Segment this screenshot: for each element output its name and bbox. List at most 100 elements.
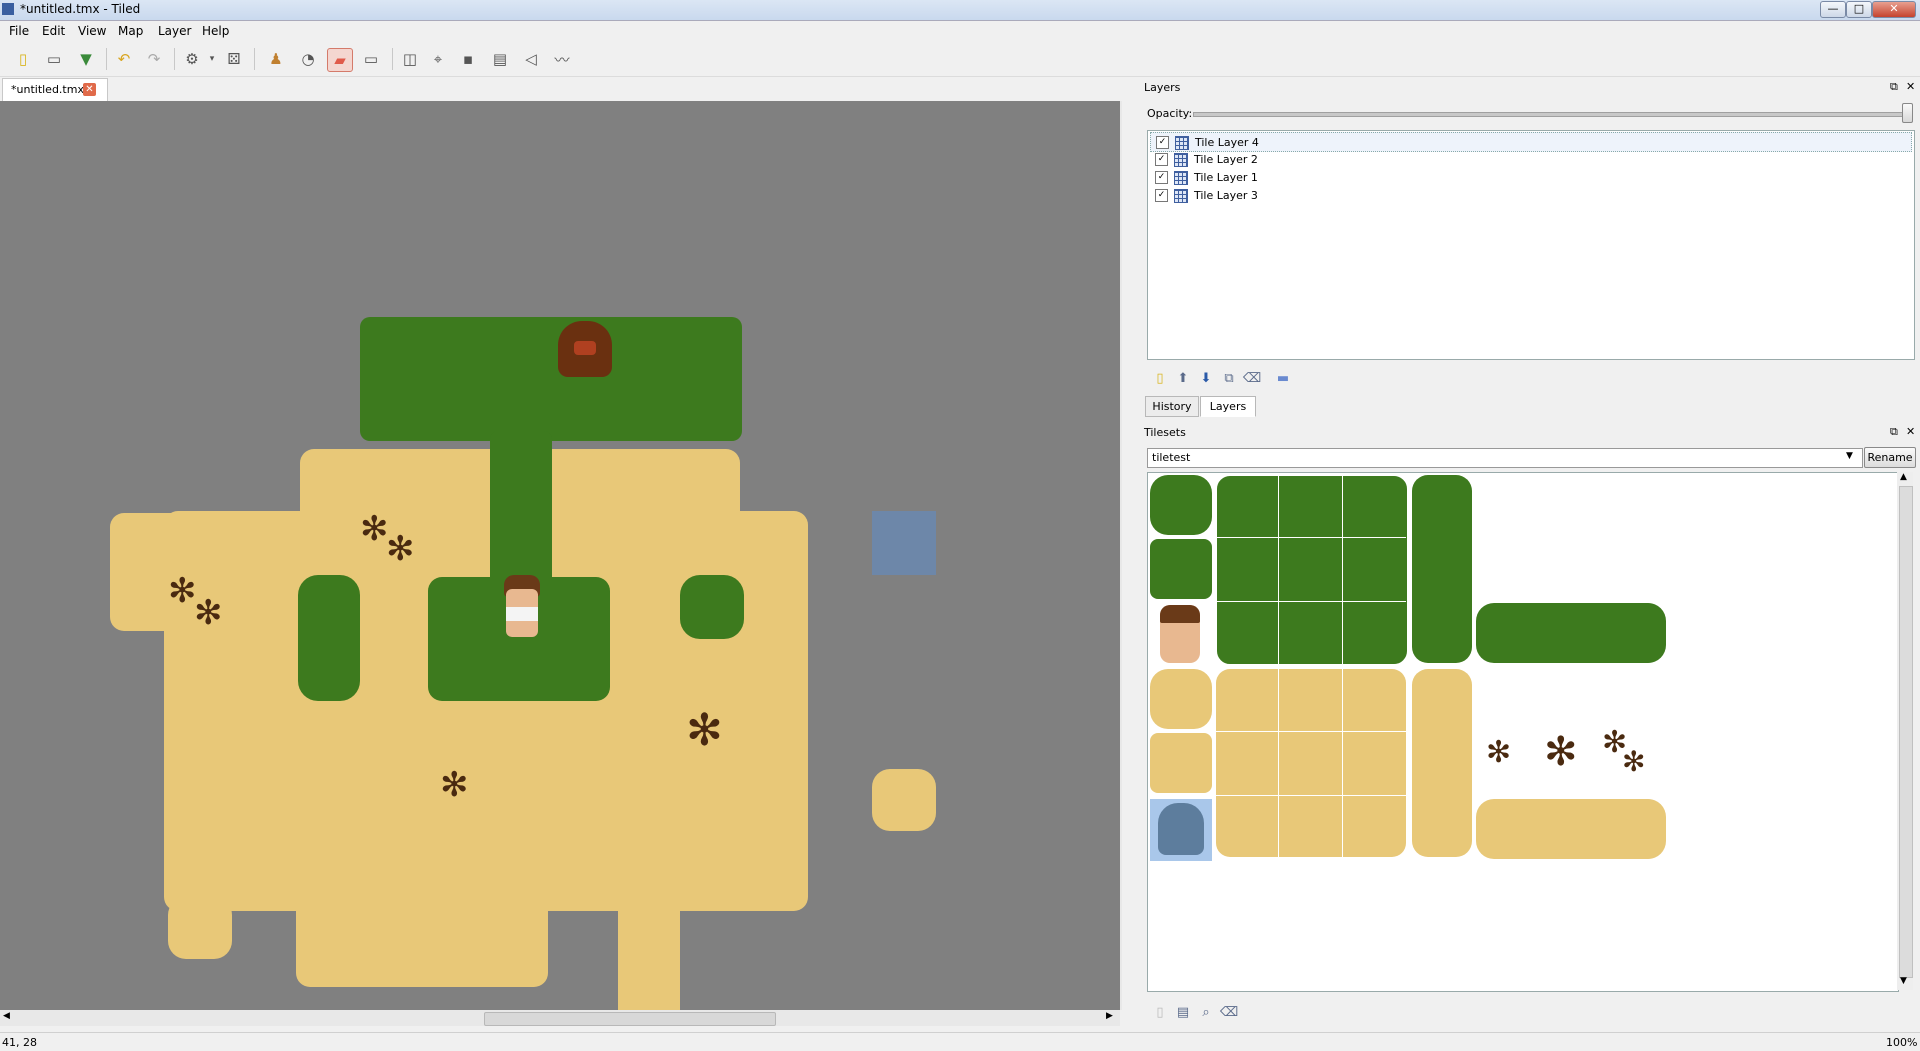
- export-tileset-icon[interactable]: ⌕: [1197, 1003, 1215, 1021]
- tile-grass[interactable]: [1150, 475, 1212, 535]
- commands-dropdown-icon[interactable]: ▾: [200, 48, 224, 70]
- tile-sand-row[interactable]: [1476, 799, 1666, 859]
- redo-icon[interactable]: ↷: [142, 48, 166, 70]
- layer-visibility-checkbox[interactable]: ✓: [1156, 136, 1169, 149]
- layer-row-tile-layer-1[interactable]: ✓ Tile Layer 1: [1150, 168, 1910, 186]
- insert-polyline-icon[interactable]: 〰: [550, 48, 574, 70]
- map-horizontal-scrollbar[interactable]: ◀ ▶: [0, 1010, 1120, 1026]
- sand-patch: [742, 831, 806, 893]
- tile-layer-icon: [1174, 171, 1188, 185]
- tile-grass-row[interactable]: [1476, 603, 1666, 663]
- tab-untitled-tmx[interactable]: *untitled.tmx ✕: [2, 78, 108, 101]
- tile-grass-column[interactable]: [1412, 475, 1472, 663]
- layer-row-tile-layer-4[interactable]: ✓ Tile Layer 4: [1150, 132, 1912, 152]
- close-tab-icon[interactable]: ✕: [83, 83, 96, 96]
- tile-layer-icon: [1174, 153, 1188, 167]
- stamp-brush-icon[interactable]: ♟: [264, 48, 288, 70]
- tile-grid-line: [1216, 795, 1406, 796]
- menu-view[interactable]: View: [78, 24, 106, 38]
- bucket-fill-icon[interactable]: ◔: [296, 48, 320, 70]
- float-panel-icon[interactable]: ⧉: [1890, 80, 1898, 94]
- close-window-button[interactable]: ✕: [1872, 1, 1916, 18]
- menu-layer[interactable]: Layer: [158, 24, 191, 38]
- tileset-vertical-scrollbar[interactable]: ▲ ▼: [1897, 472, 1913, 990]
- maximize-button[interactable]: □: [1846, 1, 1872, 18]
- float-panel-icon[interactable]: ⧉: [1890, 425, 1898, 439]
- duplicate-layer-icon[interactable]: ⧉: [1220, 369, 1238, 387]
- remove-tileset-icon[interactable]: ⌫: [1220, 1003, 1238, 1021]
- dry-bush-tile-icon[interactable]: ✻: [1486, 735, 1511, 770]
- tile-grass[interactable]: [1150, 539, 1212, 599]
- scroll-up-icon[interactable]: ▲: [1900, 472, 1907, 482]
- layer-visibility-checkbox[interactable]: ✓: [1155, 171, 1168, 184]
- insert-tile-icon[interactable]: ▪: [456, 48, 480, 70]
- chevron-down-icon[interactable]: ▼: [1846, 451, 1853, 461]
- remove-layer-icon[interactable]: ⌫: [1243, 369, 1261, 387]
- tab-history[interactable]: History: [1145, 396, 1199, 417]
- open-file-icon[interactable]: ▭: [42, 48, 66, 70]
- dry-bush-icon: ✻: [686, 705, 723, 756]
- edit-polygons-icon[interactable]: ⌖: [426, 48, 450, 70]
- raise-layer-icon[interactable]: ⬆: [1174, 369, 1192, 387]
- tile-grid-line: [1216, 601, 1406, 602]
- close-panel-icon[interactable]: ✕: [1906, 80, 1915, 93]
- add-layer-icon[interactable]: ▯: [1151, 369, 1169, 387]
- main-toolbar: ▯ ▭ ▼ ↶ ↷ ⚙ ▾ ⚄ ♟ ◔ ▰ ▭ ◫ ⌖ ▪ ▤ ◁ 〰: [0, 42, 1920, 77]
- layer-visibility-checkbox[interactable]: ✓: [1155, 153, 1168, 166]
- undo-icon[interactable]: ↶: [112, 48, 136, 70]
- eraser-icon[interactable]: ▰: [327, 48, 353, 72]
- menu-map[interactable]: Map: [118, 24, 143, 38]
- save-file-icon[interactable]: ▼: [74, 48, 98, 70]
- opacity-slider-handle[interactable]: [1902, 103, 1913, 123]
- new-file-icon[interactable]: ▯: [11, 48, 35, 70]
- dock-splitter[interactable]: [1122, 78, 1140, 1028]
- horizontal-scroll-thumb[interactable]: [484, 1012, 776, 1026]
- rectangle-select-icon[interactable]: ▭: [359, 48, 383, 70]
- rename-button[interactable]: Rename: [1864, 447, 1916, 468]
- scroll-right-icon[interactable]: ▶: [1106, 1011, 1113, 1021]
- menu-file[interactable]: File: [9, 24, 29, 38]
- tile-sand[interactable]: [1150, 733, 1212, 793]
- tileset-scroll-thumb[interactable]: [1899, 486, 1913, 978]
- scroll-down-icon[interactable]: ▼: [1900, 976, 1907, 986]
- minimize-button[interactable]: —: [1820, 1, 1846, 18]
- tile-sand-column[interactable]: [1412, 669, 1472, 857]
- insert-object-icon[interactable]: ◫: [398, 48, 422, 70]
- status-bar: 41, 28 100%: [0, 1032, 1920, 1051]
- tile-grid-line: [1342, 475, 1343, 665]
- insert-polygon-icon[interactable]: ◁: [519, 48, 543, 70]
- dry-bush-icon: ✻: [360, 509, 389, 549]
- creature-tile-icon: [1158, 803, 1204, 855]
- menu-help[interactable]: Help: [202, 24, 229, 38]
- insert-image-icon[interactable]: ▤: [488, 48, 512, 70]
- opacity-slider[interactable]: [1193, 112, 1911, 117]
- layer-visibility-checkbox[interactable]: ✓: [1155, 189, 1168, 202]
- tile-sand-block[interactable]: [1216, 669, 1406, 857]
- tile-layer-icon: [1175, 136, 1189, 150]
- lower-layer-icon[interactable]: ⬇: [1197, 369, 1215, 387]
- dry-bush-tile-icon[interactable]: ✻: [1622, 745, 1645, 778]
- tile-sand[interactable]: [1150, 669, 1212, 729]
- toggle-other-layers-icon[interactable]: ▬: [1274, 369, 1292, 387]
- tileset-view[interactable]: ✻ ✻ ✻ ✻: [1147, 472, 1899, 992]
- tile-selection-highlight: [872, 511, 936, 575]
- layer-row-tile-layer-3[interactable]: ✓ Tile Layer 3: [1150, 186, 1910, 204]
- scroll-left-icon[interactable]: ◀: [3, 1011, 10, 1021]
- tab-label: *untitled.tmx: [11, 83, 84, 96]
- dry-bush-tile-icon[interactable]: ✻: [1544, 729, 1578, 775]
- new-tileset-icon[interactable]: ▯: [1151, 1003, 1169, 1021]
- cursor-coordinates: 41, 28: [2, 1036, 37, 1049]
- menu-edit[interactable]: Edit: [42, 24, 65, 38]
- tiled-app-icon: [2, 3, 14, 15]
- toolbar-separator: [392, 48, 393, 70]
- close-panel-icon[interactable]: ✕: [1906, 425, 1915, 438]
- title-bar: *untitled.tmx - Tiled — □ ✕: [0, 0, 1920, 21]
- tile-grass-block[interactable]: [1216, 475, 1408, 665]
- layer-row-tile-layer-2[interactable]: ✓ Tile Layer 2: [1150, 150, 1910, 168]
- random-mode-icon[interactable]: ⚄: [222, 48, 246, 70]
- tileset-select[interactable]: tiletest ▼: [1147, 448, 1863, 468]
- tab-layers[interactable]: Layers: [1200, 396, 1256, 417]
- map-canvas[interactable]: ✻ ✻ ✻ ✻ ✻ ✻: [0, 101, 1120, 1010]
- import-tileset-icon[interactable]: ▤: [1174, 1003, 1192, 1021]
- toolbar-separator: [106, 48, 107, 70]
